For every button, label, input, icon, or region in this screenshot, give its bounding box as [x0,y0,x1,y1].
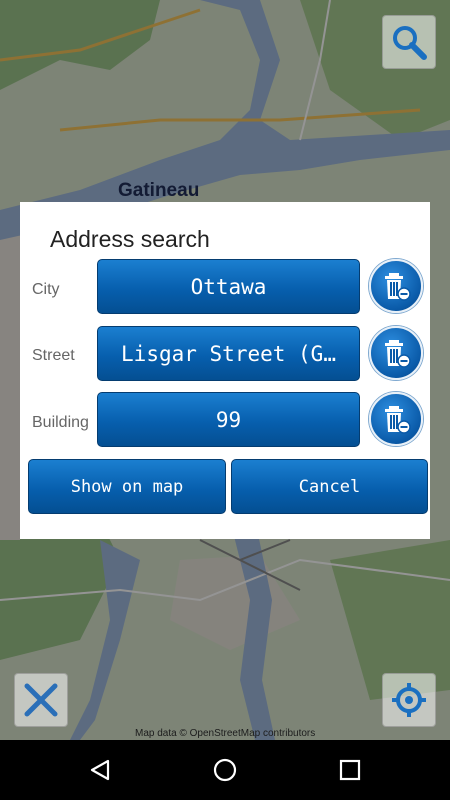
nav-back-button[interactable] [80,750,120,790]
ruler-pencil-icon [24,683,58,717]
building-field[interactable]: 99 [97,392,360,447]
show-on-map-button[interactable]: Show on map [28,459,226,514]
trash-minus-icon [385,406,411,434]
street-label: Street [32,347,75,364]
recent-square-icon [339,759,361,781]
dialog-title: Address search [50,226,210,252]
trash-minus-icon [385,340,411,368]
building-label: Building [32,414,89,431]
clear-building-button[interactable] [369,392,423,446]
magnifier-icon [393,26,427,60]
cancel-button[interactable]: Cancel [231,459,428,514]
address-search-dialog: Address search City Ottawa Street Lisgar… [20,202,430,539]
crosshair-icon [392,683,426,717]
clear-street-button[interactable] [369,326,423,380]
map-measure-button[interactable] [14,673,68,727]
nav-recent-button[interactable] [330,750,370,790]
clear-city-button[interactable] [369,259,423,313]
city-label: City [32,281,60,298]
city-field[interactable]: Ottawa [97,259,360,314]
trash-minus-icon [385,273,411,301]
home-circle-icon [213,758,237,782]
map-locate-button[interactable] [382,673,436,727]
back-triangle-icon [90,759,110,781]
map-search-button[interactable] [382,15,436,69]
street-field[interactable]: Lisgar Street (G… [97,326,360,381]
android-nav-bar [0,740,450,800]
nav-home-button[interactable] [205,750,245,790]
